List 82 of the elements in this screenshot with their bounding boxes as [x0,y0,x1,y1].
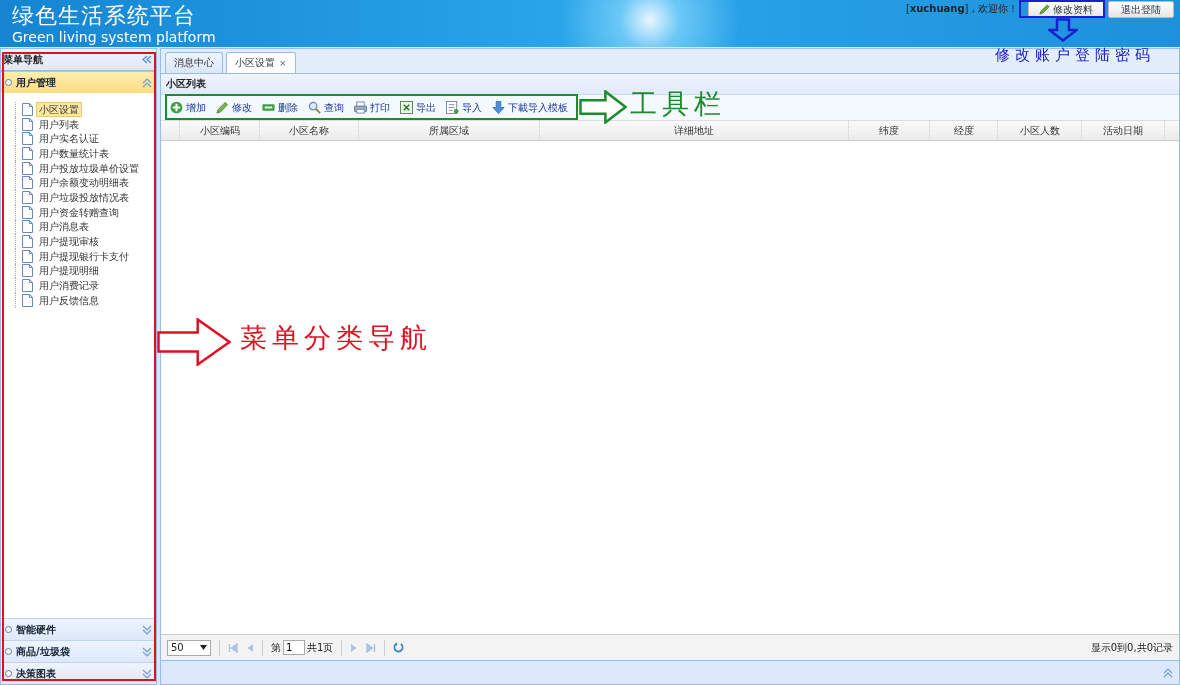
menu-item[interactable]: 用户反馈信息 [36,292,102,308]
expand-up-icon[interactable] [1163,667,1173,678]
document-icon [22,293,33,307]
menu-item[interactable]: 用户垃圾投放情况表 [36,189,132,205]
menu-group-header[interactable]: 商品/垃圾袋 [1,640,156,662]
menu-item[interactable]: 用户提现明细 [36,263,102,279]
menu-item[interactable]: 用户提现银行卡支付 [36,248,132,264]
menu-item[interactable]: 小区设置 [36,101,82,117]
document-icon [22,117,33,131]
tab[interactable]: 消息中心 [165,52,223,73]
spreadsheet-icon [400,101,413,114]
page-prefix-label: 第 [271,640,281,655]
document-icon [22,220,33,234]
app-title: 绿色生活系统平台 [12,3,197,29]
expand-icon[interactable] [142,646,152,657]
edit-button[interactable]: 修改 [212,97,256,118]
menu-item[interactable]: 用户消费记录 [36,278,102,294]
collapse-icon[interactable] [142,77,152,88]
menu-item[interactable]: 用户提现审核 [36,234,102,250]
column-header[interactable]: 所属区域 [359,121,540,140]
download-icon [492,101,505,114]
menu-item[interactable]: 用户投放垃圾单价设置 [36,160,142,176]
print-button[interactable]: 打印 [350,97,394,118]
sidebar-title: 菜单导航 [3,52,43,67]
menu-item[interactable]: 用户实名认证 [36,131,102,147]
caret-icon [200,645,207,650]
printer-icon [354,101,367,114]
refresh-icon[interactable] [393,642,405,653]
plus-icon [170,101,183,114]
pencil-icon [1039,4,1050,15]
document-icon [22,132,33,146]
menu-item[interactable]: 用户列表 [36,116,82,132]
page-size-select[interactable]: 50 [167,639,211,656]
menu-item[interactable]: 用户余额变动明细表 [36,175,132,191]
document-icon [446,101,459,114]
document-icon [22,249,33,263]
document-icon [22,279,33,293]
add-button[interactable]: 增加 [166,97,210,118]
welcome-text: [xuchuang] , 欢迎你！ [905,2,1018,16]
expand-icon[interactable] [142,668,152,679]
collapse-icon[interactable] [142,55,152,64]
document-icon [22,176,33,190]
next-page-icon[interactable] [350,642,359,653]
annotation-label: 菜单分类导航 [240,322,432,355]
download-button[interactable]: 下載导入模板 [488,97,572,118]
minus-icon [262,101,275,114]
menu-item[interactable]: 用户数量统计表 [36,145,112,161]
menu-item[interactable]: 用户消息表 [36,219,92,235]
previous-page-icon[interactable] [246,642,254,653]
delete-button[interactable]: 删除 [258,97,302,118]
column-header[interactable]: 活动日期 [1082,121,1165,140]
column-header[interactable]: 经度 [930,121,998,140]
last-page-icon[interactable] [366,642,377,653]
export-button[interactable]: 导出 [396,97,440,118]
menu-group-header[interactable]: 用户管理 [1,71,156,93]
import-button[interactable]: 导入 [442,97,486,118]
search-button[interactable]: 查询 [304,97,348,118]
column-header[interactable]: 小区编码 [180,121,260,140]
annotation-label: 修改账户登陆密码 [995,46,1155,64]
menu-group-header[interactable]: 智能硬件 [1,618,156,640]
column-header[interactable]: 纬度 [849,121,930,140]
column-header[interactable]: 小区名称 [260,121,359,140]
menu-item[interactable]: 用户资金转赠查询 [36,204,122,220]
document-icon [22,190,33,204]
page-total-label: 共1页 [307,640,334,655]
document-icon [22,102,33,116]
expand-icon[interactable] [142,624,152,635]
document-icon [22,235,33,249]
search-icon [308,101,321,114]
record-summary: 显示0到0,共0记录 [1090,640,1173,655]
app-subtitle: Green living system platform [12,29,216,45]
document-icon [22,205,33,219]
hollow-arrow-icon [1048,18,1078,42]
document-icon [22,264,33,278]
logout-button[interactable]: 退出登陆 [1108,1,1174,18]
page-number-field[interactable]: 1 [283,640,305,655]
document-icon [22,161,33,175]
document-icon [22,146,33,160]
pencil-icon [216,101,229,114]
first-page-icon[interactable] [228,642,238,653]
tab[interactable]: 小区设置 × [226,52,296,73]
column-header[interactable]: 小区人数 [998,121,1082,140]
